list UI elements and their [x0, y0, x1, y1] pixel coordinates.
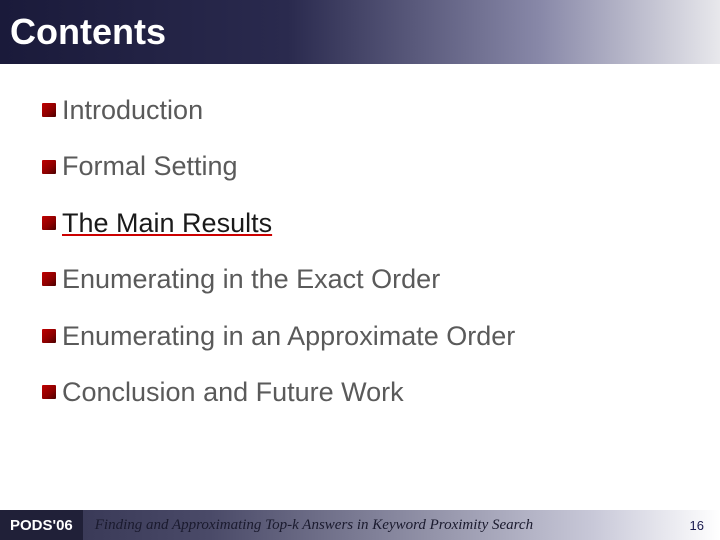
item-text: Introduction [62, 94, 203, 126]
bullet-icon [42, 329, 56, 343]
item-text: Enumerating in an Approximate Order [62, 320, 515, 352]
title-bar: Contents [0, 0, 720, 64]
footer-page-number: 16 [690, 518, 704, 533]
bullet-icon [42, 103, 56, 117]
slide-title: Contents [10, 11, 166, 53]
item-text: Conclusion and Future Work [62, 376, 404, 408]
list-item: Formal Setting [42, 150, 678, 182]
item-text: Enumerating in the Exact Order [62, 263, 440, 295]
footer: PODS'06 Finding and Approximating Top-k … [0, 510, 720, 540]
bullet-icon [42, 272, 56, 286]
list-item: The Main Results [42, 207, 678, 239]
bullet-icon [42, 385, 56, 399]
item-text-active: The Main Results [62, 207, 272, 239]
list-item: Enumerating in the Exact Order [42, 263, 678, 295]
bullet-icon [42, 216, 56, 230]
bullet-icon [42, 160, 56, 174]
footer-conference-tag: PODS'06 [0, 510, 83, 540]
list-item: Conclusion and Future Work [42, 376, 678, 408]
item-text: Formal Setting [62, 150, 238, 182]
contents-list: Introduction Formal Setting The Main Res… [0, 64, 720, 408]
list-item: Introduction [42, 94, 678, 126]
list-item: Enumerating in an Approximate Order [42, 320, 678, 352]
footer-paper-title: Finding and Approximating Top-k Answers … [83, 510, 720, 540]
